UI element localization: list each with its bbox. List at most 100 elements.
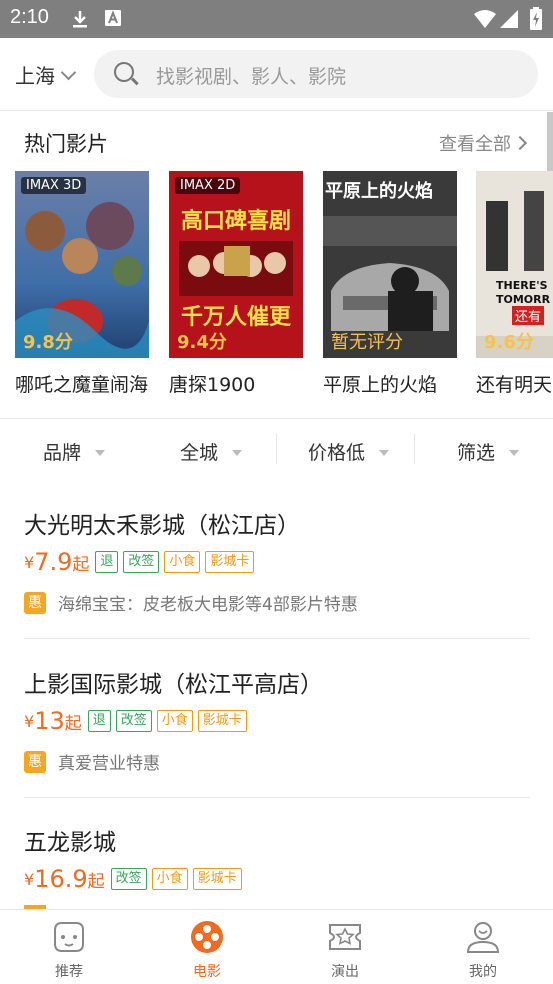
promo-badge: 惠 [24, 750, 46, 773]
status-time: 2:10 [10, 6, 49, 28]
filter-label: 全城 [180, 442, 219, 464]
tag-refund: 退 [95, 551, 119, 573]
cinema-list-item[interactable]: 大光明太禾影城（松江店） ¥ 7.9 起 退 改签 小食 影城卡 惠 海绵宝宝：… [24, 506, 530, 615]
cinema-price-row: ¥ 16.9 起 改签 小食 影城卡 [24, 865, 530, 893]
tab-movie[interactable]: 电影 [138, 910, 276, 984]
movie-card[interactable]: 平原上的火焰 暂无评分 平原上的火焰 [323, 171, 457, 397]
see-all-label: 查看全部 [439, 134, 511, 155]
price-suffix: 起 [64, 713, 82, 734]
dropdown-arrow-icon [379, 450, 390, 456]
cinema-promo: 惠 海绵宝宝：皮老板大电影等4部影片特惠 [24, 590, 530, 615]
film-reel-icon [191, 921, 223, 953]
tag-reschedule: 改签 [115, 710, 152, 732]
filter-label: 品牌 [43, 442, 82, 464]
battery-charging-icon [530, 7, 542, 30]
movie-title: 哪吒之魔童闹海 [15, 374, 149, 396]
poster-text-top: 高口碑喜剧 [180, 209, 291, 234]
promo-text: 真爱营业特惠 [58, 754, 160, 774]
city-selector[interactable]: 上海 [15, 60, 77, 89]
filter-separator [276, 434, 277, 464]
search-input[interactable]: 找影视剧、影人、影院 [94, 50, 538, 98]
cinema-promo: 惠 真爱营业特惠 [24, 749, 530, 774]
movie-score: 暂无评分 [331, 332, 403, 353]
poster-text-bottom: 千万人催更 [180, 305, 291, 330]
dropdown-arrow-icon [232, 450, 243, 456]
filter-price[interactable]: 价格低 [308, 438, 390, 465]
cinema-price-row: ¥ 7.9 起 退 改签 小食 影城卡 [24, 548, 530, 576]
search-placeholder: 找影视剧、影人、影院 [156, 66, 347, 88]
filter-brand[interactable]: 品牌 [43, 438, 106, 465]
poster-text-bottom: 还有 [512, 306, 545, 325]
cinema-list-item[interactable]: 五龙影城 ¥ 16.9 起 改签 小食 影城卡 [24, 823, 530, 893]
tab-label: 演出 [331, 964, 359, 980]
tab-show[interactable]: 演出 [276, 910, 414, 984]
text-notification-icon [105, 10, 121, 26]
see-all-link[interactable]: 查看全部 [439, 130, 528, 156]
price-value: 13 [34, 707, 65, 735]
tab-mine[interactable]: 我的 [414, 910, 552, 984]
dropdown-arrow-icon [95, 450, 106, 456]
chevron-right-icon [512, 135, 528, 151]
signal-icon [500, 10, 518, 28]
movie-poster[interactable]: 平原上的火焰 暂无评分 [323, 171, 457, 358]
filter-label: 筛选 [457, 442, 496, 464]
movie-poster[interactable]: THERE'S TOMORR 还有 9.6分 [476, 171, 553, 358]
cinema-name: 上影国际影城（松江平高店） [24, 672, 323, 698]
gamepad-icon [54, 922, 84, 952]
filter-area[interactable]: 全城 [180, 438, 243, 465]
tag-cinema-card: 影城卡 [205, 551, 255, 573]
poster-text-top: 平原上的火焰 [325, 181, 433, 202]
movie-score: 9.6分 [484, 332, 534, 353]
tab-recommend[interactable]: 推荐 [0, 910, 138, 984]
bottom-tab-bar: 推荐 电影 演出 我的 [0, 909, 553, 984]
tag-snack: 小食 [164, 551, 201, 573]
price-currency: ¥ [24, 869, 35, 889]
hot-movie-carousel[interactable]: IMAX 3D 9.8分 哪吒之魔童闹海 IMAX 2D 高口碑喜剧 千万人催更… [15, 171, 553, 406]
list-divider [24, 797, 530, 798]
promo-badge: 惠 [24, 591, 46, 614]
movie-score: 9.4分 [177, 332, 227, 353]
filter-separator [414, 434, 415, 464]
tag-cinema-card: 影城卡 [197, 710, 247, 732]
tab-label: 电影 [193, 964, 221, 980]
poster-text-top: THERE'S TOMORR [496, 279, 551, 306]
price-value: 16.9 [34, 865, 88, 893]
cinema-list-item[interactable]: 上影国际影城（松江平高店） ¥ 13 起 退 改签 小食 影城卡 惠 真爱营业特… [24, 665, 530, 774]
cinema-price-row: ¥ 13 起 退 改签 小食 影城卡 [24, 707, 530, 735]
chevron-down-icon [60, 64, 77, 81]
city-label: 上海 [15, 64, 55, 88]
user-icon [466, 922, 500, 953]
section-title-hot-movies: 热门影片 [24, 132, 108, 156]
price-currency: ¥ [24, 552, 35, 572]
movie-score: 9.8分 [23, 332, 73, 353]
movie-title: 还有明天 [476, 374, 553, 396]
price-suffix: 起 [87, 871, 105, 892]
list-divider [24, 638, 530, 639]
tag-reschedule: 改签 [110, 868, 147, 890]
tab-label: 我的 [469, 964, 497, 980]
movie-format-badge: IMAX 2D [175, 177, 241, 194]
movie-format-badge: IMAX 3D [21, 177, 87, 194]
price-value: 7.9 [34, 548, 73, 576]
tag-reschedule: 改签 [123, 551, 160, 573]
movie-poster[interactable]: IMAX 2D 高口碑喜剧 千万人催更 9.4分 [169, 171, 303, 358]
search-icon [114, 62, 134, 82]
price-currency: ¥ [24, 711, 35, 731]
price-suffix: 起 [72, 554, 90, 575]
cinema-name: 大光明太禾影城（松江店） [24, 513, 300, 539]
movie-card[interactable]: THERE'S TOMORR 还有 9.6分 还有明天 [476, 171, 553, 397]
filter-bar: 品牌 全城 价格低 筛选 [0, 419, 553, 481]
ticket-star-icon [329, 924, 361, 950]
tag-cinema-card: 影城卡 [192, 868, 242, 890]
tag-snack: 小食 [151, 868, 188, 890]
promo-text: 海绵宝宝：皮老板大电影等4部影片特惠 [58, 595, 358, 615]
movie-card[interactable]: IMAX 3D 9.8分 哪吒之魔童闹海 [15, 171, 149, 397]
movie-poster[interactable]: IMAX 3D 9.8分 [15, 171, 149, 358]
filter-more[interactable]: 筛选 [457, 438, 520, 465]
filter-label: 价格低 [308, 442, 366, 464]
tab-label: 推荐 [55, 964, 83, 980]
movie-title: 唐探1900 [169, 374, 256, 396]
dropdown-arrow-icon [509, 450, 520, 456]
movie-card[interactable]: IMAX 2D 高口碑喜剧 千万人催更 9.4分 唐探1900 [169, 171, 303, 397]
tag-snack: 小食 [156, 710, 193, 732]
